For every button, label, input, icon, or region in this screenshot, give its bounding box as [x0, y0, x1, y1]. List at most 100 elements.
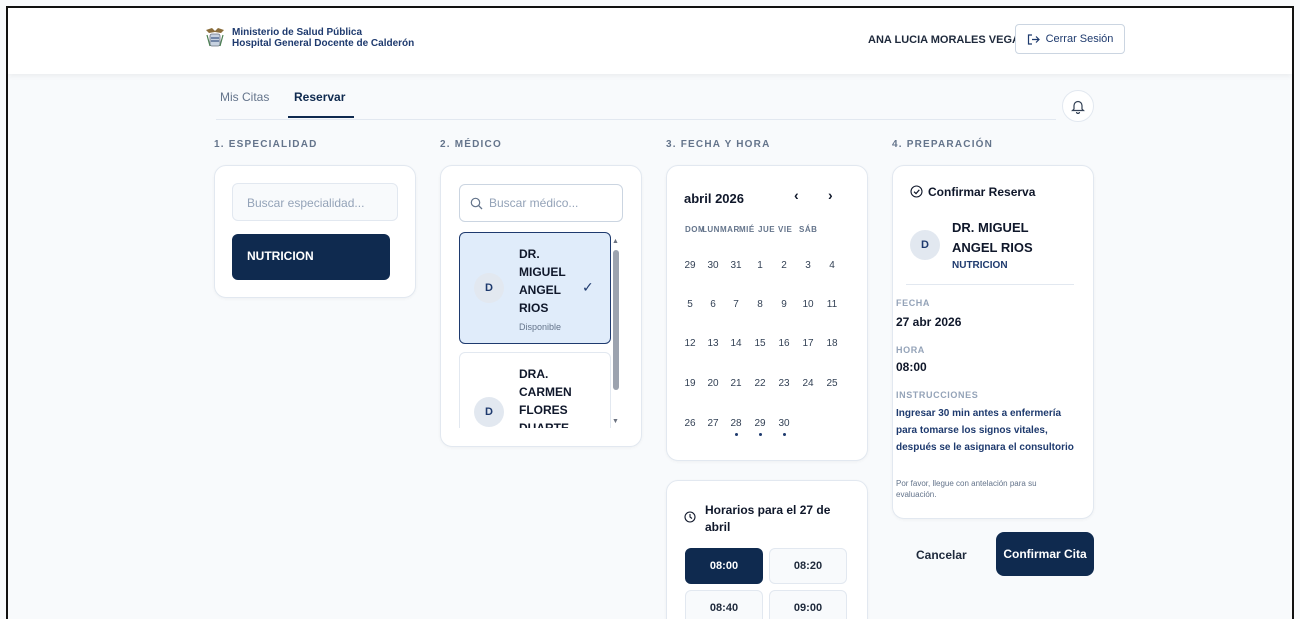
doctor-list-scrollbar[interactable]: ▲ ▼ [612, 238, 620, 428]
doctor-name-line: DUARTE [519, 421, 569, 428]
calendar-day[interactable]: 19 [681, 378, 699, 389]
active-tab-indicator [288, 116, 354, 118]
doctor-name-line: RIOS [519, 301, 549, 315]
doctor-name-line: CARMEN [519, 385, 572, 399]
scroll-thumb[interactable] [613, 250, 619, 390]
calendar-prev-button[interactable]: ‹ [794, 187, 799, 203]
calendar-day[interactable]: 9 [775, 299, 793, 310]
doctor-item-carmen-flores-duarte[interactable]: D DRA. CARMEN FLORES DUARTE [459, 352, 611, 428]
calendar-day[interactable]: 1 [751, 260, 769, 271]
calendar-day[interactable]: 17 [799, 338, 817, 349]
user-name: ANA LUCIA MORALES VEGA [868, 34, 1020, 46]
org-hospital: Hospital General Docente de Calderón [232, 38, 415, 49]
logout-button[interactable]: Cerrar Sesión [1015, 24, 1125, 54]
calendar-day[interactable]: 3 [799, 260, 817, 271]
calendar-day[interactable]: 8 [751, 299, 769, 310]
confirmacion-title: Confirmar Reserva [928, 185, 1036, 199]
search-icon [470, 197, 483, 209]
calendar-day[interactable]: 16 [775, 338, 793, 349]
doctor-name-line: FLORES [519, 403, 568, 417]
calendar-weekday-label: MIÉ [739, 225, 755, 234]
calendar-day[interactable]: 15 [751, 338, 769, 349]
cancel-button[interactable]: Cancelar [916, 548, 967, 562]
availability-dot [735, 433, 738, 436]
calendar-day[interactable]: 29 [751, 418, 769, 429]
calendar-weekday-label: LUN [702, 225, 720, 234]
doctor-name-line: DRA. [519, 367, 549, 381]
calendar-day[interactable]: 20 [704, 378, 722, 389]
scroll-down-arrow-icon[interactable]: ▼ [612, 418, 619, 425]
tab-reservar[interactable]: Reservar [294, 90, 345, 104]
check-circle-icon [910, 185, 923, 198]
especialidad-search-input[interactable]: Buscar especialidad... [232, 183, 398, 221]
calendar-day[interactable]: 7 [727, 299, 745, 310]
calendar-weekday-label: VIE [778, 225, 793, 234]
confirm-doctor-name: DR. MIGUEL ANGEL RIOS [952, 220, 1033, 255]
calendar-day[interactable]: 13 [704, 338, 722, 349]
doctor-name-line: MIGUEL [519, 265, 566, 279]
doctor-avatar: D [474, 397, 504, 427]
calendar-day[interactable]: 26 [681, 418, 699, 429]
ecuador-coat-of-arms-icon [206, 28, 224, 47]
availability-dot [783, 433, 786, 436]
calendar-day[interactable]: 31 [727, 260, 745, 271]
horarios-title: Horarios para el 27 de abril [705, 503, 831, 534]
calendar-next-button[interactable]: › [828, 187, 833, 203]
medico-search-input[interactable]: Buscar médico... [459, 184, 623, 222]
confirm-specialty: NUTRICION [952, 260, 1008, 271]
calendar-day[interactable]: 30 [775, 418, 793, 429]
calendar-day[interactable]: 14 [727, 338, 745, 349]
scroll-up-arrow-icon[interactable]: ▲ [612, 238, 619, 245]
doctor-list: D DR. MIGUEL ANGEL RIOS Disponible ✓ D D… [459, 232, 623, 428]
calendar-day[interactable]: 25 [823, 378, 841, 389]
calendar-card [666, 165, 868, 461]
calendar-day[interactable]: 2 [775, 260, 793, 271]
calendar-day[interactable]: 30 [704, 260, 722, 271]
calendar-day[interactable]: 12 [681, 338, 699, 349]
confirm-appointment-button[interactable]: Confirmar Cita [996, 532, 1094, 576]
calendar-day[interactable]: 6 [704, 299, 722, 310]
logout-icon [1027, 33, 1040, 45]
calendar-day[interactable]: 5 [681, 299, 699, 310]
calendar-day[interactable]: 21 [727, 378, 745, 389]
doctor-name: DR. MIGUEL ANGEL RIOS [519, 245, 566, 317]
availability-dot [759, 433, 762, 436]
calendar-day[interactable]: 10 [799, 299, 817, 310]
calendar-weekday-label: JUE [758, 225, 776, 234]
calendar-day[interactable]: 24 [799, 378, 817, 389]
time-slot-0840[interactable]: 08:40 [685, 590, 763, 619]
calendar-day[interactable]: 28 [727, 418, 745, 429]
check-icon: ✓ [582, 279, 594, 295]
calendar-day[interactable]: 4 [823, 260, 841, 271]
doctor-name-line: ANGEL [519, 283, 561, 297]
divider [906, 284, 1074, 285]
especialidad-item-nutricion[interactable]: NUTRICION [232, 234, 390, 280]
time-slot-0900[interactable]: 09:00 [769, 590, 847, 619]
calendar-day[interactable]: 18 [823, 338, 841, 349]
time-slot-0800[interactable]: 08:00 [685, 548, 763, 584]
top-header: Ministerio de Salud Pública Hospital Gen… [8, 8, 1292, 74]
fecha-value: 27 abr 2026 [896, 315, 962, 329]
doctor-status: Disponible [519, 322, 562, 332]
confirm-doctor-avatar: D [910, 230, 940, 260]
medico-search-placeholder: Buscar médico... [489, 196, 579, 210]
app-frame: Ministerio de Salud Pública Hospital Gen… [6, 6, 1294, 619]
fecha-label: FECHA [896, 298, 930, 308]
bell-icon [1071, 100, 1085, 114]
instrucciones-text: Ingresar 30 min antes a enfermería para … [896, 408, 1074, 453]
time-slot-0820[interactable]: 08:20 [769, 548, 847, 584]
doctor-item-miguel-angel-rios[interactable]: D DR. MIGUEL ANGEL RIOS Disponible ✓ [459, 232, 611, 344]
calendar-day[interactable]: 11 [823, 299, 841, 310]
notifications-button[interactable] [1062, 90, 1094, 122]
calendar-day[interactable]: 22 [751, 378, 769, 389]
org-ministry: Ministerio de Salud Pública [232, 27, 363, 38]
calendar-weekday-label: MAR [720, 225, 740, 234]
instrucciones-note: Por favor, llegue con antelación para su… [896, 479, 1037, 499]
calendar-day[interactable]: 23 [775, 378, 793, 389]
calendar-day[interactable]: 29 [681, 260, 699, 271]
calendar-day[interactable]: 27 [704, 418, 722, 429]
tab-mis-citas[interactable]: Mis Citas [220, 90, 269, 104]
tab-bar: Mis Citas Reservar [216, 88, 1056, 120]
doctor-name: DRA. CARMEN FLORES DUARTE [519, 365, 572, 428]
calendar-weekday-label: SÁB [799, 225, 818, 234]
